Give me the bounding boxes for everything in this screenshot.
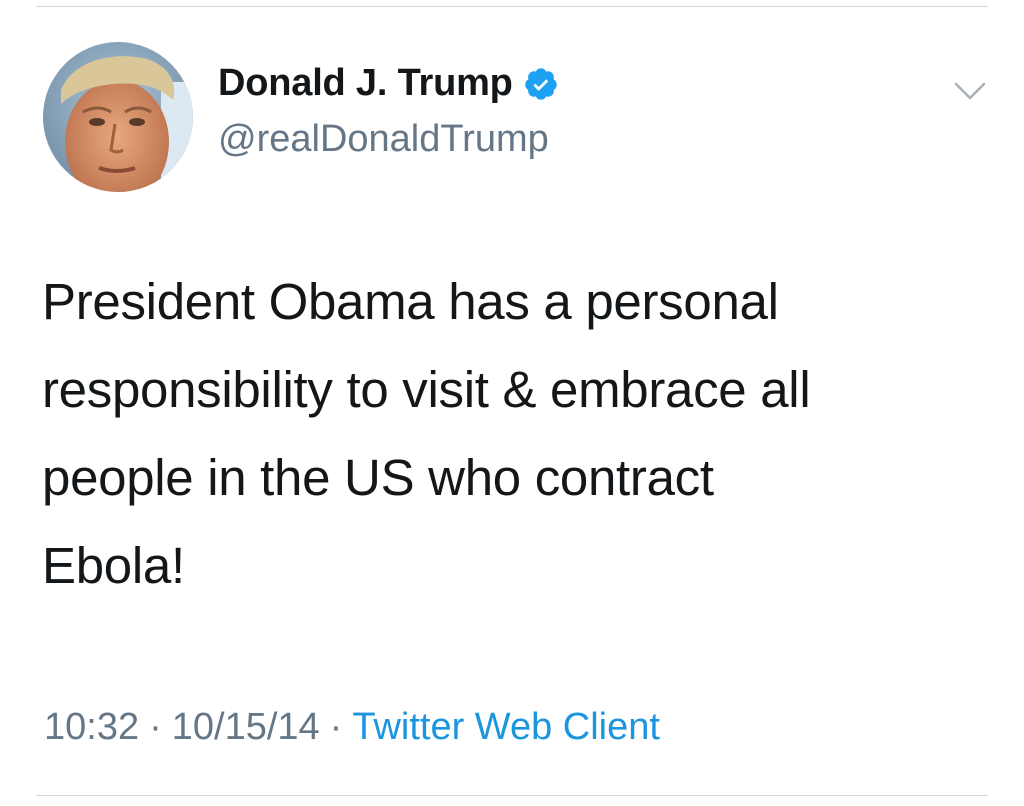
author-name-row: Donald J. Trump xyxy=(218,62,559,105)
tweet-card: Donald J. Trump @realDonaldTrump Preside… xyxy=(0,0,1024,806)
chevron-down-icon[interactable] xyxy=(950,78,990,104)
meta-separator: · xyxy=(149,706,162,748)
author-display-name[interactable]: Donald J. Trump xyxy=(218,62,513,105)
author-handle[interactable]: @realDonaldTrump xyxy=(218,118,549,161)
bottom-divider xyxy=(36,795,988,796)
meta-separator: · xyxy=(329,706,343,748)
profile-photo-icon xyxy=(43,42,193,192)
avatar[interactable] xyxy=(43,42,193,192)
tweet-meta: 10:32 · 10/15/14 · Twitter Web Client xyxy=(44,706,660,749)
verified-badge-icon xyxy=(523,66,559,102)
tweet-time[interactable]: 10:32 xyxy=(44,706,139,748)
tweet-text: President Obama has a personal responsib… xyxy=(42,273,811,594)
tweet-date[interactable]: 10/15/14 xyxy=(172,706,320,748)
tweet-source-link[interactable]: Twitter Web Client xyxy=(352,706,660,748)
